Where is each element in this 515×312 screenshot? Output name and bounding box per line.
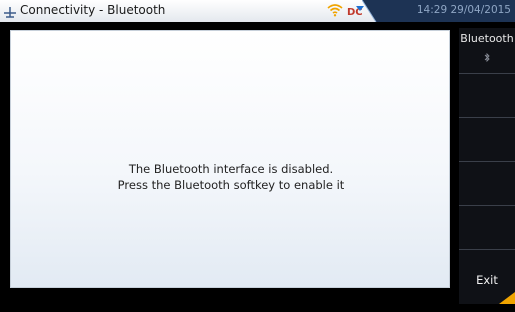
status-message: The Bluetooth interface is disabled. Pre… [11, 161, 451, 193]
softkey-2[interactable] [459, 74, 515, 118]
message-line-2: Press the Bluetooth softkey to enable it [117, 178, 345, 192]
bluetooth-icon [484, 53, 490, 62]
clock-date: 29/04/2015 [450, 4, 511, 16]
softkey-5[interactable] [459, 206, 515, 250]
clock-time: 14:29 [416, 4, 448, 16]
window-title: Connectivity - Bluetooth [20, 3, 166, 17]
softkey-4[interactable] [459, 162, 515, 206]
softkey-panel: Bluetooth Exit [459, 28, 515, 304]
exit-softkey-label: Exit [476, 273, 498, 287]
bluetooth-softkey-label: Bluetooth [460, 32, 514, 45]
antenna-icon [4, 7, 16, 18]
message-line-1: The Bluetooth interface is disabled. [128, 162, 334, 176]
message-panel: The Bluetooth interface is disabled. Pre… [10, 30, 450, 288]
corner-accent-icon [499, 292, 515, 304]
clock: 14:29 29/04/2015 [417, 4, 511, 16]
softkey-3[interactable] [459, 118, 515, 162]
bluetooth-softkey[interactable]: Bluetooth [459, 28, 515, 74]
wifi-icon [327, 4, 343, 17]
title-bar: Connectivity - Bluetooth DC 14:29 29/04/… [0, 0, 515, 22]
